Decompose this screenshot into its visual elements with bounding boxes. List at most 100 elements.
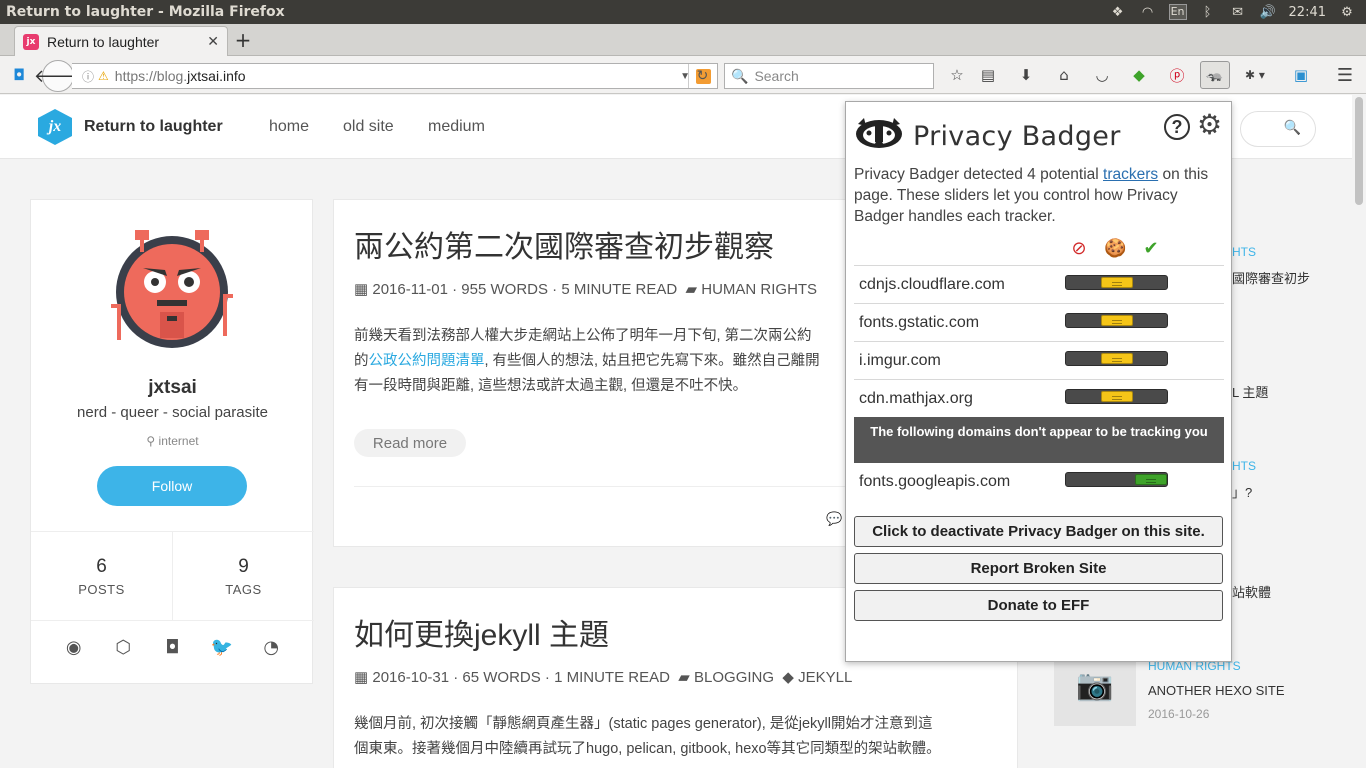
bookmark-star-icon[interactable]: ☆: [946, 64, 968, 86]
search-icon: 🔍: [731, 67, 749, 84]
tab-favicon-icon: jx: [23, 33, 39, 50]
github-icon[interactable]: ◉: [62, 637, 86, 658]
sidebar-post-title[interactable]: 國際審查初步: [1232, 268, 1310, 287]
donate-to-eff-button[interactable]: Donate to EFF: [854, 590, 1223, 621]
excerpt-link[interactable]: 公政公約問題清單: [369, 353, 485, 369]
tracker-slider[interactable]: [1065, 275, 1168, 290]
nav-link-medium[interactable]: medium: [428, 118, 485, 136]
posts-count: 6: [96, 556, 107, 577]
os-top-bar: Return to laughter - Mozilla Firefox ❖ ◠…: [0, 0, 1366, 24]
badger-logo-icon: [856, 118, 902, 148]
tracker-slider[interactable]: [1065, 389, 1168, 404]
page-scrollbar[interactable]: [1352, 95, 1366, 768]
help-icon[interactable]: ?: [1164, 114, 1190, 140]
tracker-slider[interactable]: [1065, 351, 1168, 366]
mail-icon[interactable]: ✉: [1229, 4, 1247, 20]
tracker-slider[interactable]: [1065, 472, 1168, 487]
home-icon[interactable]: ⌂: [1053, 64, 1075, 86]
sidebar-post-title[interactable]: L 主題: [1232, 382, 1268, 401]
sidebar-category[interactable]: HTS: [1232, 459, 1256, 473]
comment-icon[interactable]: 💬: [826, 512, 842, 527]
post-meta: ▦ 2016-11-01 · 955 WORDS · 5 MINUTE READ…: [354, 281, 818, 298]
tracker-domain: cdn.mathjax.org: [859, 389, 973, 407]
slider-knob[interactable]: [1135, 474, 1167, 485]
post-category[interactable]: HUMAN RIGHTS: [701, 281, 817, 298]
social-links: ◉ ⬡ ◘ 🐦 ◔: [31, 637, 314, 658]
browser-tab[interactable]: jx Return to laughter ✕: [14, 26, 228, 56]
sidebar-category[interactable]: HTS: [1232, 245, 1256, 259]
privacy-badger-popup: Privacy Badger ? ⚙ Privacy Badger detect…: [845, 101, 1232, 662]
extension-menu-icon[interactable]: ✱ ▾: [1240, 64, 1270, 86]
feedly-icon[interactable]: ◆: [1128, 64, 1150, 86]
bluetooth-icon[interactable]: ᛒ: [1199, 4, 1217, 20]
flickr-icon[interactable]: ◘: [160, 637, 184, 658]
pocket-icon[interactable]: ◡: [1091, 64, 1113, 86]
back-button[interactable]: 🡐: [34, 60, 82, 92]
privacy-badger-toolbar-button[interactable]: 🦡: [1200, 61, 1230, 89]
tracker-row: cdnjs.cloudflare.com: [854, 265, 1224, 303]
post-tag[interactable]: JEKYLL: [798, 669, 852, 686]
badger-icon: 🦡: [1206, 67, 1224, 83]
slider-knob[interactable]: [1101, 315, 1133, 326]
site-logo[interactable]: jx: [38, 109, 72, 145]
post-title[interactable]: 如何更換jekyll 主題: [354, 610, 609, 654]
url-text[interactable]: https://blog.jxtsai.info: [115, 68, 680, 84]
post-excerpt: 幾個月前, 初次接觸「靜態網頁產生器」(static pages generat…: [354, 716, 941, 757]
sidebar-post-title[interactable]: 」?: [1232, 482, 1252, 501]
sidebar-post-title[interactable]: ANOTHER HEXO SITE: [1148, 683, 1285, 698]
input-method-indicator[interactable]: En: [1168, 4, 1187, 20]
nav-link-home[interactable]: home: [269, 118, 309, 136]
scrollbar-thumb[interactable]: [1355, 97, 1363, 205]
folder-icon: ▰: [685, 281, 698, 298]
dropbox-icon[interactable]: ❖: [1109, 4, 1127, 20]
post-category[interactable]: BLOGGING: [694, 669, 774, 686]
avatar: [111, 230, 233, 348]
deactivate-on-site-button[interactable]: Click to deactivate Privacy Badger on th…: [854, 516, 1223, 547]
posts-stat[interactable]: 6 POSTS: [31, 532, 172, 620]
trackers-link[interactable]: trackers: [1103, 166, 1158, 183]
mixed-content-warning-icon[interactable]: ⚠: [98, 69, 109, 83]
site-info-icon[interactable]: ⓘ: [82, 68, 94, 85]
reading-list-icon[interactable]: ▤: [977, 64, 999, 86]
post-meta: ▦ 2016-10-31 · 65 WORDS · 1 MINUTE READ …: [354, 669, 853, 686]
tracker-slider[interactable]: [1065, 313, 1168, 328]
tracker-row: i.imgur.com: [854, 341, 1224, 379]
clock[interactable]: 22:41: [1289, 5, 1326, 20]
downloads-icon[interactable]: ⬇: [1015, 64, 1037, 86]
site-title[interactable]: Return to laughter: [84, 118, 223, 136]
twitter-icon[interactable]: 🐦: [210, 637, 234, 658]
hamburger-menu-icon[interactable]: ☰: [1334, 64, 1356, 86]
site-search-field[interactable]: 🔍: [1240, 111, 1316, 147]
slider-knob[interactable]: [1101, 353, 1133, 364]
codepen-icon[interactable]: ⬡: [111, 637, 135, 658]
power-icon[interactable]: ⚙: [1338, 4, 1356, 20]
skype-icon[interactable]: ▣: [1290, 64, 1312, 86]
camera-icon: 📷: [1076, 667, 1114, 703]
slider-knob[interactable]: [1101, 391, 1133, 402]
wifi-icon[interactable]: ◠: [1139, 4, 1157, 20]
tags-stat[interactable]: 9 TAGS: [172, 532, 314, 620]
new-tab-button[interactable]: +: [232, 28, 254, 52]
profile-name: jxtsai: [148, 377, 197, 398]
tag-icon: ◆: [782, 669, 794, 686]
settings-gear-icon[interactable]: ⚙: [1197, 110, 1222, 140]
folder-icon: ▰: [678, 669, 690, 686]
url-bar[interactable]: ⓘ ⚠ https://blog.jxtsai.info ▼: [72, 63, 718, 89]
search-icon[interactable]: 🔍: [1284, 120, 1301, 136]
volume-icon[interactable]: 🔊: [1259, 4, 1277, 20]
report-broken-site-button[interactable]: Report Broken Site: [854, 553, 1223, 584]
post-title[interactable]: 兩公約第二次國際審查初步觀察: [354, 222, 774, 266]
nav-link-old-site[interactable]: old site: [343, 118, 394, 136]
tab-close-icon[interactable]: ✕: [207, 34, 219, 50]
slider-knob[interactable]: [1101, 277, 1133, 288]
rss-icon[interactable]: ◔: [259, 637, 283, 658]
read-more-button[interactable]: Read more: [354, 429, 466, 457]
allow-check-icon: ✔: [1143, 238, 1159, 258]
identity-icon[interactable]: ◘: [8, 64, 30, 86]
search-bar[interactable]: 🔍 Search: [724, 63, 934, 89]
pinterest-icon[interactable]: ⓟ: [1166, 64, 1188, 86]
sidebar-post-title[interactable]: 站軟體: [1232, 582, 1271, 601]
tab-title: Return to laughter: [47, 33, 160, 50]
reload-button[interactable]: ↻: [688, 64, 716, 88]
follow-button[interactable]: Follow: [97, 466, 247, 506]
